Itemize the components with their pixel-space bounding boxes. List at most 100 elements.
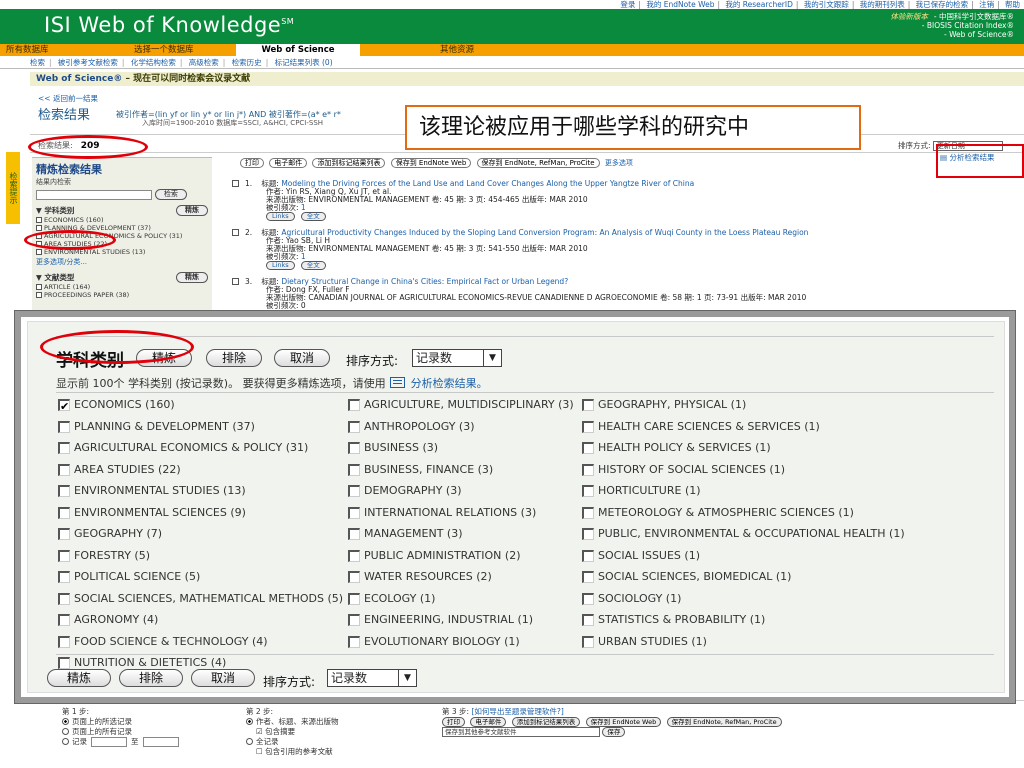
back-link[interactable]: << 返回前一结果 — [38, 93, 98, 104]
record-from-input[interactable] — [91, 737, 127, 747]
subject-category-item[interactable]: HISTORY OF SOCIAL SCIENCES (1) — [580, 459, 992, 480]
subject-category-item[interactable]: METEOROLOGY & ATMOSPHERIC SCIENCES (1) — [580, 502, 992, 523]
subject-category-checkbox[interactable] — [582, 506, 594, 519]
tab-web-of-science[interactable]: Web of Science — [236, 44, 360, 56]
subject-category-item[interactable]: FOOD SCIENCE & TECHNOLOGY (4) — [56, 631, 346, 652]
subject-category-item[interactable]: AGRONOMY (4) — [56, 609, 346, 630]
subject-category-checkbox[interactable] — [58, 592, 70, 605]
panel-analyze-link[interactable]: 分析检索结果。 — [411, 377, 488, 390]
subject-category-item[interactable]: HEALTH CARE SCIENCES & SERVICES (1) — [580, 416, 992, 437]
subject-category-item[interactable]: PUBLIC ADMINISTRATION (2) — [346, 545, 578, 566]
subject-category-checkbox[interactable] — [348, 442, 360, 454]
new-version-link[interactable]: 体验新版本 — [890, 12, 934, 21]
subject-category-item[interactable]: AREA STUDIES (22) — [56, 459, 346, 480]
radio-all-records[interactable] — [62, 728, 69, 735]
radio-selected-records[interactable] — [62, 718, 69, 725]
save-endnote-button[interactable]: 保存到 EndNote, RefMan, ProCite — [476, 158, 600, 168]
radio-full-record[interactable] — [246, 738, 253, 745]
print-button[interactable]: 打印 — [240, 158, 264, 168]
subject-category-checkbox[interactable] — [58, 614, 70, 626]
subject-category-item[interactable]: BUSINESS (3) — [346, 437, 578, 458]
export-help-link[interactable]: [如何导出至题录管理软件?] — [471, 707, 563, 716]
subject-category-item[interactable]: ECONOMICS (160) — [56, 394, 346, 415]
subject-category-checkbox[interactable] — [582, 442, 594, 454]
nav-citation-alerts[interactable]: 我的引文跟踪 — [804, 0, 849, 9]
cited-count[interactable]: 1 — [301, 252, 306, 261]
subject-category-checkbox[interactable] — [582, 528, 594, 540]
subject-category-checkbox[interactable] — [58, 420, 70, 433]
sidebar-item[interactable]: PROCEEDINGS PAPER (38) — [36, 291, 208, 299]
checkbox[interactable] — [36, 284, 42, 290]
sidebar-item[interactable]: ARTICLE (164) — [36, 283, 208, 291]
panel-refine-button[interactable]: 精炼 — [136, 349, 192, 367]
brand-biosis[interactable]: - BIOSIS Citation Index® — [890, 21, 1014, 30]
panel-exclude-button[interactable]: 排除 — [206, 349, 262, 367]
subject-category-checkbox[interactable] — [348, 485, 360, 497]
subnav-history[interactable]: 检索历史 — [232, 58, 262, 67]
record-checkbox[interactable] — [232, 229, 239, 236]
subject-category-item[interactable]: AGRICULTURE, MULTIDISCIPLINARY (3) — [346, 394, 578, 415]
checkbox[interactable] — [36, 233, 42, 239]
subject-category-checkbox[interactable] — [58, 549, 70, 562]
search-within-input[interactable] — [36, 189, 152, 200]
subnav-search[interactable]: 检索 — [30, 58, 45, 67]
bottom-email-button[interactable]: 电子邮件 — [470, 717, 507, 727]
checkbox[interactable] — [36, 225, 42, 231]
subject-category-item[interactable]: SOCIAL SCIENCES, BIOMEDICAL (1) — [580, 566, 992, 587]
panel-refine-button-bottom[interactable]: 精炼 — [47, 669, 111, 687]
links-button[interactable]: Links — [266, 261, 295, 270]
cited-count[interactable]: 1 — [301, 203, 306, 212]
subject-category-checkbox[interactable] — [582, 614, 594, 626]
fulltext-button[interactable]: 全文 — [300, 212, 326, 221]
bottom-save-button[interactable]: 保存 — [602, 727, 626, 737]
subject-category-item[interactable]: SOCIAL SCIENCES, MATHEMATICAL METHODS (5… — [56, 588, 346, 609]
subject-category-checkbox[interactable] — [58, 463, 70, 476]
sidebar-refine-button-2[interactable]: 精炼 — [176, 272, 208, 283]
subnav-structure[interactable]: 化学结构检索 — [131, 58, 176, 67]
subject-category-checkbox[interactable] — [582, 635, 594, 648]
brand-cscd[interactable]: - 中国科学引文数据库® — [934, 12, 1014, 21]
sidebar-item[interactable]: AREA STUDIES (22) — [36, 240, 208, 248]
subject-category-checkbox[interactable] — [348, 571, 360, 583]
nav-help[interactable]: 帮助 — [1005, 0, 1020, 9]
add-marked-button[interactable]: 添加到标记结果列表 — [312, 158, 386, 168]
subject-category-item[interactable]: GEOGRAPHY (7) — [56, 523, 346, 544]
subnav-marked-list[interactable]: 标记结果列表 (0) — [275, 58, 333, 67]
nav-endnote[interactable]: 我的 EndNote Web — [646, 0, 714, 9]
nav-researcherid[interactable]: 我的 ResearcherID — [725, 0, 792, 9]
tab-all-databases[interactable]: 所有数据库 — [0, 44, 108, 56]
panel-sort-select[interactable]: 记录数 ▼ — [412, 349, 502, 367]
bottom-print-button[interactable]: 打印 — [442, 717, 465, 727]
record-checkbox[interactable] — [232, 180, 239, 187]
subject-category-item[interactable]: ENVIRONMENTAL SCIENCES (9) — [56, 502, 346, 523]
subject-category-checkbox[interactable] — [348, 549, 360, 562]
subject-category-item[interactable]: FORESTRY (5) — [56, 545, 346, 566]
subject-category-item[interactable]: URBAN STUDIES (1) — [580, 631, 992, 652]
subject-category-checkbox[interactable] — [582, 549, 594, 562]
subject-category-item[interactable]: HORTICULTURE (1) — [580, 480, 992, 501]
subject-category-checkbox[interactable] — [582, 420, 594, 433]
radio-record-range[interactable] — [62, 738, 69, 745]
nav-journal-list[interactable]: 我的期刊列表 — [860, 0, 905, 9]
subject-category-item[interactable]: GEOGRAPHY, PHYSICAL (1) — [580, 394, 992, 415]
subject-category-item[interactable]: DEMOGRAPHY (3) — [346, 480, 578, 501]
subject-category-item[interactable]: PLANNING & DEVELOPMENT (37) — [56, 416, 346, 437]
subject-category-item[interactable]: WATER RESOURCES (2) — [346, 566, 578, 587]
email-button[interactable]: 电子邮件 — [269, 158, 308, 168]
checkbox-checked-icon[interactable]: ☑ — [256, 727, 265, 736]
radio-author-title-source[interactable] — [246, 718, 253, 725]
subject-category-checkbox[interactable] — [582, 399, 594, 411]
subject-category-checkbox[interactable] — [348, 463, 360, 476]
links-button[interactable]: Links — [266, 212, 295, 221]
subject-category-checkbox[interactable] — [348, 592, 360, 605]
subject-category-checkbox[interactable] — [58, 657, 70, 669]
subject-category-item[interactable]: POLITICAL SCIENCE (5) — [56, 566, 346, 587]
checkbox[interactable] — [36, 292, 42, 298]
subject-category-item[interactable]: HEALTH POLICY & SERVICES (1) — [580, 437, 992, 458]
record-to-input[interactable] — [142, 737, 179, 747]
subject-category-checkbox[interactable] — [582, 463, 594, 476]
subnav-cited-ref[interactable]: 被引参考文献检索 — [58, 58, 118, 67]
subject-category-item[interactable]: ENGINEERING, INDUSTRIAL (1) — [346, 609, 578, 630]
subject-category-checkbox[interactable] — [348, 635, 360, 648]
sort-select[interactable]: 更新日期 — [932, 141, 1003, 151]
